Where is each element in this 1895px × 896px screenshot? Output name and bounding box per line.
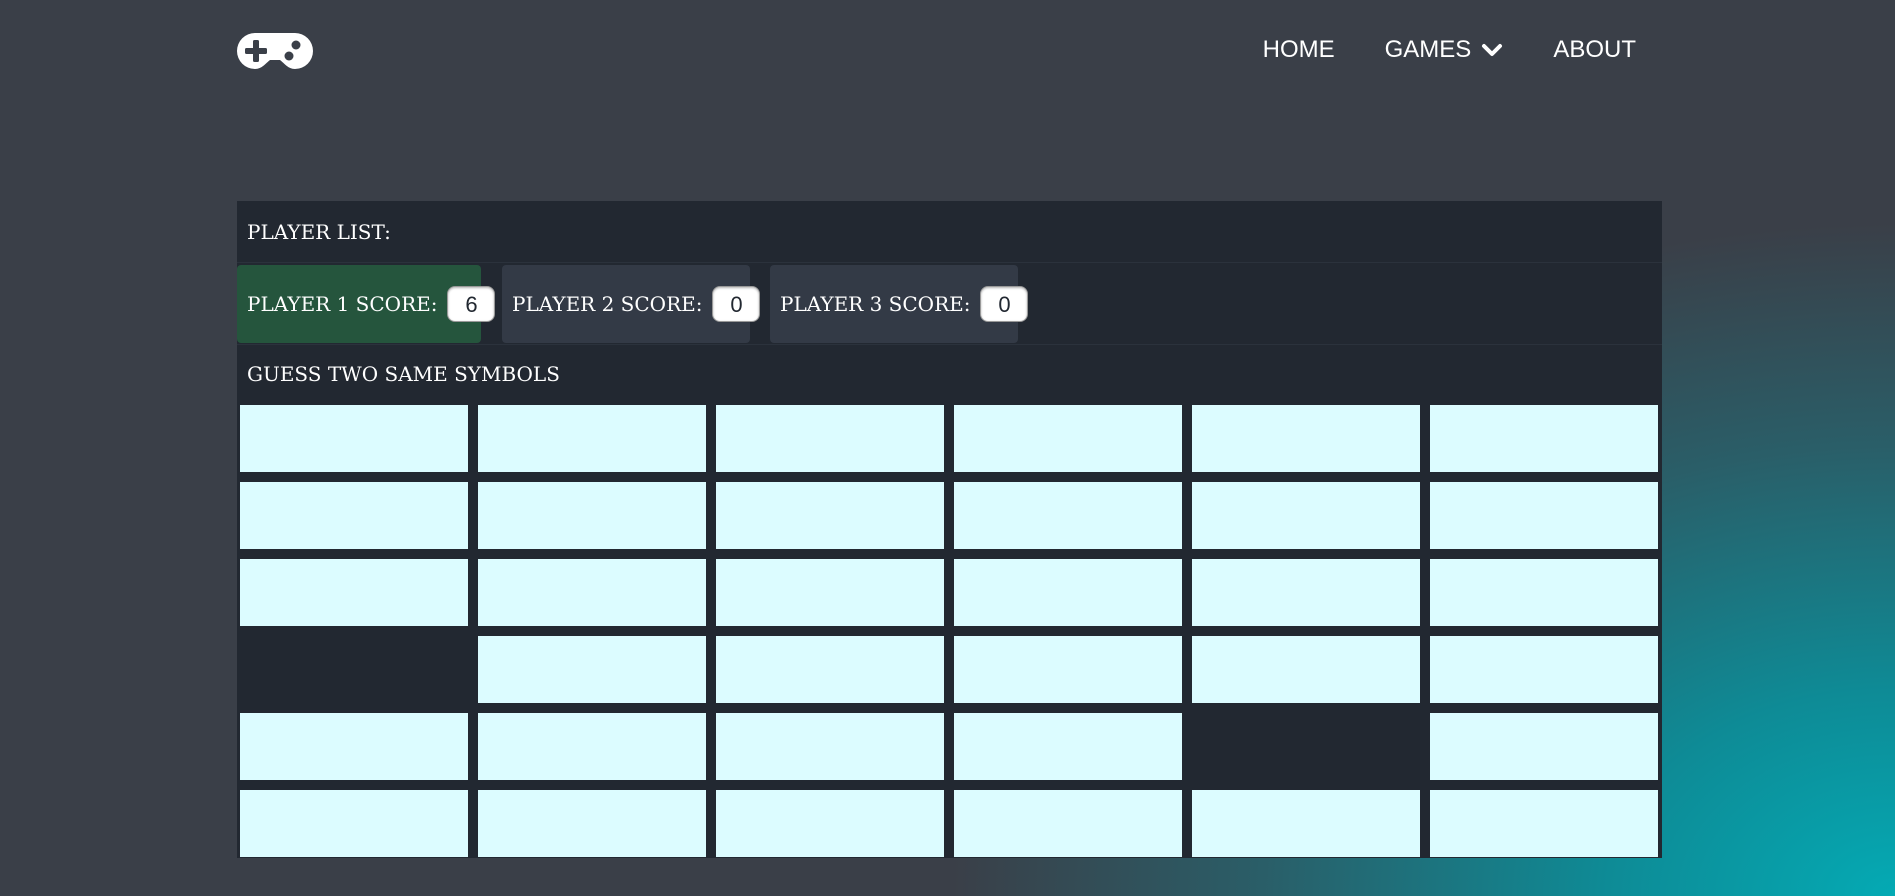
memory-card[interactable] (1430, 559, 1658, 626)
memory-card-matched (240, 636, 468, 703)
memory-card[interactable] (240, 405, 468, 472)
nav-home-link[interactable]: HOME (1263, 36, 1335, 64)
memory-card[interactable] (954, 405, 1182, 472)
player-3-label: PLAYER 3 SCORE: (780, 292, 971, 316)
memory-card[interactable] (478, 559, 706, 626)
memory-card-matched (1192, 713, 1420, 780)
nav-games-label: GAMES (1384, 36, 1472, 63)
memory-card[interactable] (1430, 405, 1658, 472)
gamepad-icon[interactable] (236, 32, 314, 70)
memory-card[interactable] (1192, 636, 1420, 703)
player-3-card: PLAYER 3 SCORE: 0 (770, 265, 1029, 343)
memory-card[interactable] (954, 636, 1182, 703)
memory-card[interactable] (716, 482, 944, 549)
memory-card[interactable] (478, 405, 706, 472)
memory-card[interactable] (1192, 790, 1420, 857)
chevron-down-icon (1482, 44, 1503, 56)
nav-links: HOME GAMES ABOUT (1213, 28, 1636, 72)
instruction-text: GUESS TWO SAME SYMBOLS (247, 362, 560, 386)
navbar: HOME GAMES ABOUT (236, 28, 1636, 72)
memory-card[interactable] (954, 713, 1182, 780)
memory-card[interactable] (1430, 713, 1658, 780)
memory-card[interactable] (716, 405, 944, 472)
memory-card[interactable] (1192, 559, 1420, 626)
game-panel: PLAYER LIST: PLAYER 1 SCORE: 6 PLAYER 2 … (237, 201, 1662, 858)
memory-card[interactable] (240, 482, 468, 549)
player-list: PLAYER 1 SCORE: 6 PLAYER 2 SCORE: 0 PLAY… (237, 263, 1662, 345)
memory-card[interactable] (954, 559, 1182, 626)
nav-games-dropdown[interactable]: GAMES (1385, 36, 1504, 64)
nav-about-link[interactable]: ABOUT (1553, 36, 1636, 64)
player-2-score: 0 (712, 286, 761, 322)
memory-board (240, 405, 1659, 857)
player-1-score: 6 (447, 286, 496, 322)
memory-card[interactable] (1192, 405, 1420, 472)
memory-card[interactable] (478, 482, 706, 549)
player-list-header: PLAYER LIST: (237, 201, 1662, 263)
player-1-card: PLAYER 1 SCORE: 6 (237, 265, 496, 343)
memory-card[interactable] (1430, 790, 1658, 857)
memory-card[interactable] (716, 790, 944, 857)
memory-card[interactable] (478, 636, 706, 703)
player-1-label: PLAYER 1 SCORE: (247, 292, 438, 316)
memory-card[interactable] (954, 482, 1182, 549)
memory-card[interactable] (716, 713, 944, 780)
player-2-label: PLAYER 2 SCORE: (512, 292, 703, 316)
memory-card[interactable] (240, 559, 468, 626)
memory-card[interactable] (478, 713, 706, 780)
memory-card[interactable] (478, 790, 706, 857)
nav-home-label: HOME (1262, 36, 1335, 63)
memory-card[interactable] (1430, 636, 1658, 703)
game-instruction: GUESS TWO SAME SYMBOLS (237, 345, 1662, 403)
memory-card[interactable] (716, 636, 944, 703)
memory-card[interactable] (716, 559, 944, 626)
memory-card[interactable] (1430, 482, 1658, 549)
player-list-title: PLAYER LIST: (247, 219, 391, 244)
player-2-card: PLAYER 2 SCORE: 0 (502, 265, 761, 343)
memory-card[interactable] (1192, 482, 1420, 549)
nav-about-label: ABOUT (1553, 36, 1636, 63)
memory-card[interactable] (954, 790, 1182, 857)
memory-card[interactable] (240, 713, 468, 780)
player-3-score: 0 (980, 286, 1029, 322)
memory-card[interactable] (240, 790, 468, 857)
